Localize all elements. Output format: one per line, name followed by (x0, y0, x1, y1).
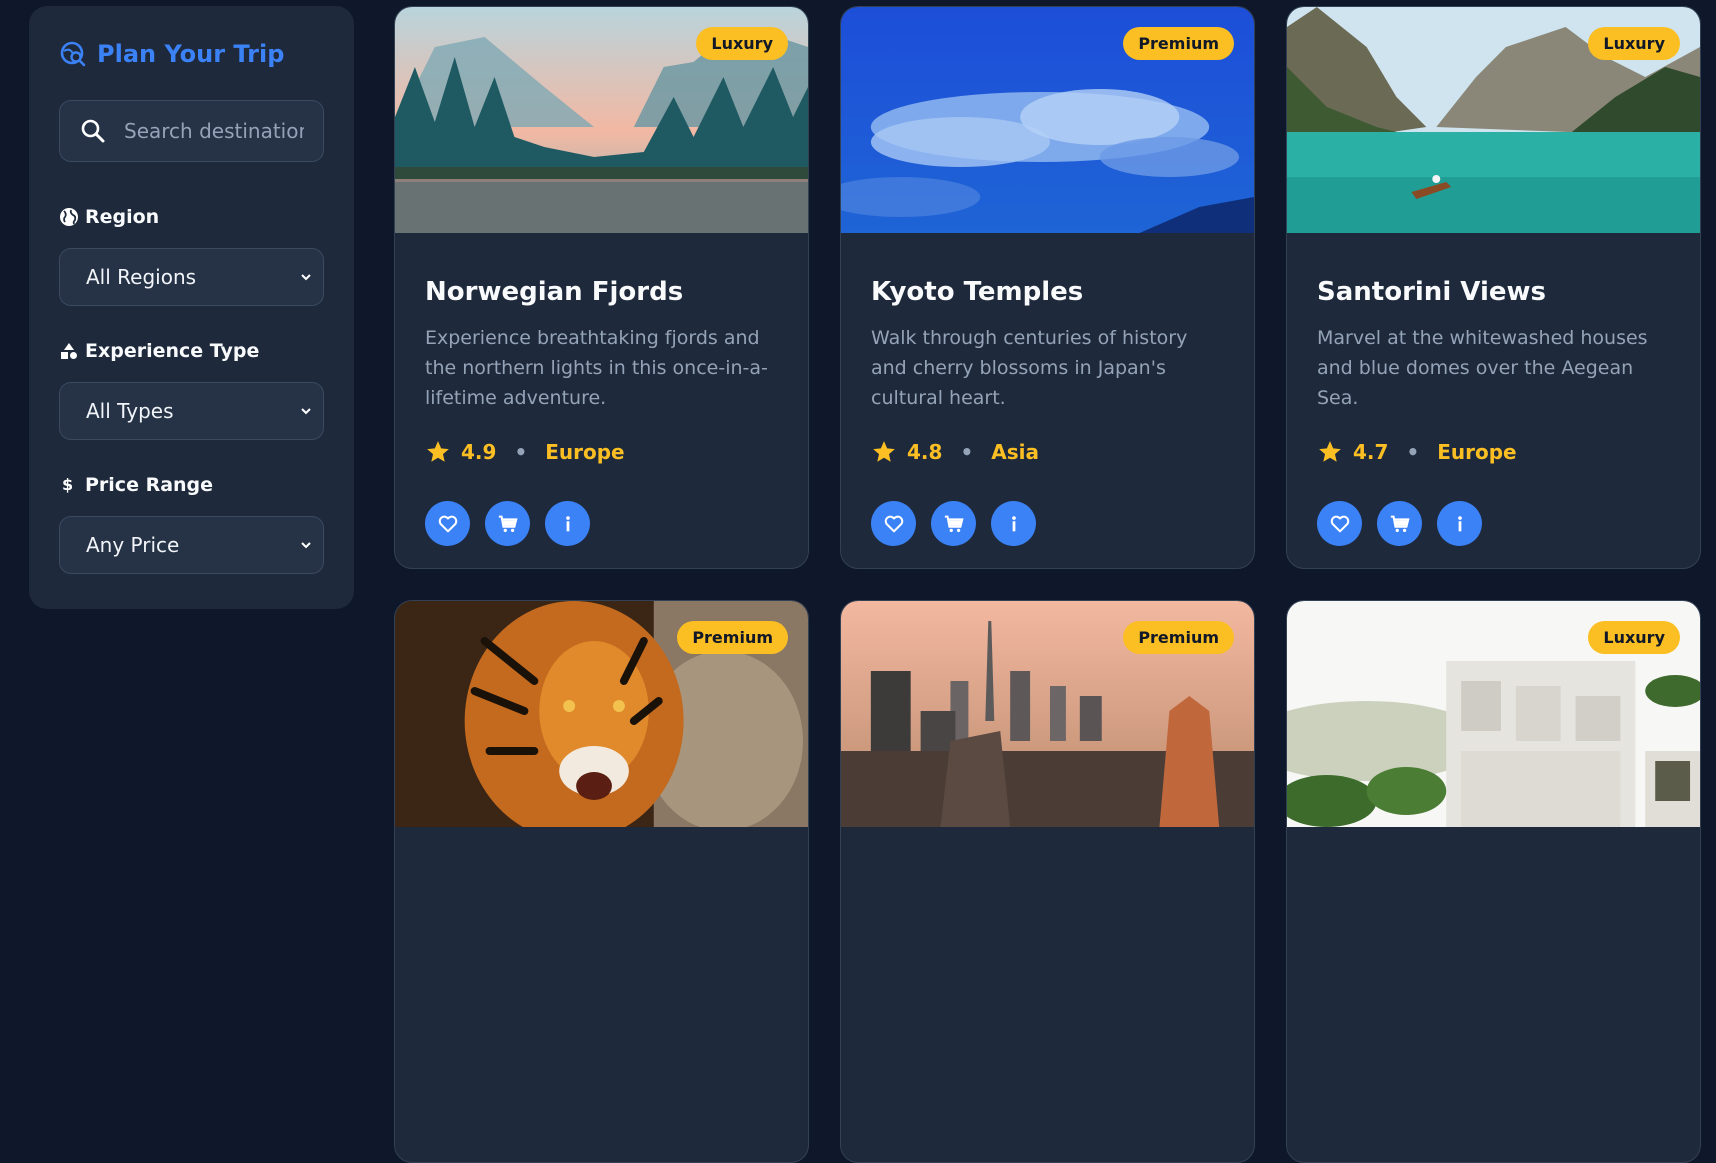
destination-card[interactable]: Luxury (1286, 600, 1701, 1163)
star-icon (427, 441, 449, 462)
region-select-value: All Regions (86, 265, 197, 289)
tier-badge: Premium (677, 621, 788, 654)
search-box[interactable] (59, 100, 324, 162)
card-description: Marvel at the whitewashed houses and blu… (1317, 327, 1648, 409)
destination-card[interactable]: Luxury Santorini Views Marvel at the whi… (1286, 6, 1701, 569)
price-range-select[interactable]: Any Price (59, 516, 324, 574)
cart-icon (498, 515, 518, 532)
travel-search-icon (60, 41, 86, 67)
destination-card[interactable]: Premium (394, 600, 809, 1163)
heart-icon (438, 515, 457, 532)
rating-value: 4.7 (1353, 440, 1389, 464)
info-button[interactable] (545, 501, 590, 546)
info-button[interactable] (1437, 501, 1482, 546)
star-icon (873, 441, 895, 462)
card-actions (1317, 501, 1670, 546)
card-title: Kyoto Temples (871, 277, 1084, 307)
brand: Plan Your Trip (59, 36, 324, 72)
destination-image: Premium (841, 601, 1254, 827)
tier-badge: Premium (1123, 621, 1234, 654)
experience-select-value: All Types (86, 399, 174, 423)
info-icon (565, 515, 570, 531)
card-meta: 4.9 • Europe (425, 437, 778, 467)
card-title: Norwegian Fjords (425, 277, 684, 307)
region-select[interactable]: All Regions (59, 248, 324, 306)
card-actions (871, 501, 1224, 546)
price-select-value: Any Price (86, 533, 180, 557)
shapes-icon (61, 343, 77, 359)
tier-badge: Luxury (696, 27, 788, 60)
sidebar-title: Plan Your Trip (97, 40, 285, 68)
separator-dot: • (514, 440, 528, 464)
card-description: Walk through centuries of history and ch… (871, 327, 1188, 409)
filter-label-text: Region (85, 206, 160, 228)
add-to-cart-button[interactable] (931, 501, 976, 546)
destination-image: Premium (395, 601, 808, 827)
destination-image: Luxury (1287, 7, 1700, 233)
tier-badge: Premium (1123, 27, 1234, 60)
add-to-cart-button[interactable] (1377, 501, 1422, 546)
destination-image: Premium (841, 7, 1254, 233)
add-to-cart-button[interactable] (485, 501, 530, 546)
rating-value: 4.9 (461, 440, 497, 464)
experience-type-label: Experience Type (59, 336, 324, 366)
search-input[interactable] (124, 119, 304, 143)
star-icon (1319, 441, 1341, 462)
svg-text:$: $ (62, 475, 73, 494)
cart-icon (944, 515, 964, 532)
chevron-down-icon (301, 274, 311, 281)
card-meta: 4.7 • Europe (1317, 437, 1670, 467)
dollar-icon: $ (62, 475, 73, 494)
globe-icon (60, 208, 78, 226)
card-meta: 4.8 • Asia (871, 437, 1224, 467)
destination-card[interactable]: Premium Kyoto Temples Walk through centu… (840, 6, 1255, 569)
region-label: Region (59, 202, 324, 232)
destination-card[interactable]: Luxury Norwegian Fjords Experience breat… (394, 6, 809, 569)
card-description: Experience breathtaking fjords and the n… (425, 327, 768, 409)
region-value: Asia (991, 440, 1039, 464)
destination-image: Luxury (395, 7, 808, 233)
region-value: Europe (545, 440, 625, 464)
info-icon (1011, 515, 1016, 531)
destination-image: Luxury (1287, 601, 1700, 827)
chevron-down-icon (301, 408, 311, 415)
price-range-label: $ Price Range (59, 470, 324, 500)
tier-badge: Luxury (1588, 27, 1680, 60)
info-button[interactable] (991, 501, 1036, 546)
info-icon (1457, 515, 1462, 531)
cart-icon (1390, 515, 1410, 532)
separator-dot: • (1406, 440, 1420, 464)
search-icon (81, 119, 105, 143)
separator-dot: • (960, 440, 974, 464)
favorite-button[interactable] (425, 501, 470, 546)
filter-sidebar: Plan Your Trip Region All Regions Experi… (29, 6, 354, 609)
experience-type-select[interactable]: All Types (59, 382, 324, 440)
rating-value: 4.8 (907, 440, 943, 464)
filter-label-text: Price Range (85, 474, 214, 496)
heart-icon (884, 515, 903, 532)
filter-label-text: Experience Type (85, 340, 260, 362)
region-value: Europe (1437, 440, 1517, 464)
destination-card[interactable]: Premium (840, 600, 1255, 1163)
favorite-button[interactable] (871, 501, 916, 546)
favorite-button[interactable] (1317, 501, 1362, 546)
card-title: Santorini Views (1317, 277, 1546, 307)
heart-icon (1330, 515, 1349, 532)
card-actions (425, 501, 778, 546)
tier-badge: Luxury (1588, 621, 1680, 654)
chevron-down-icon (301, 542, 311, 549)
